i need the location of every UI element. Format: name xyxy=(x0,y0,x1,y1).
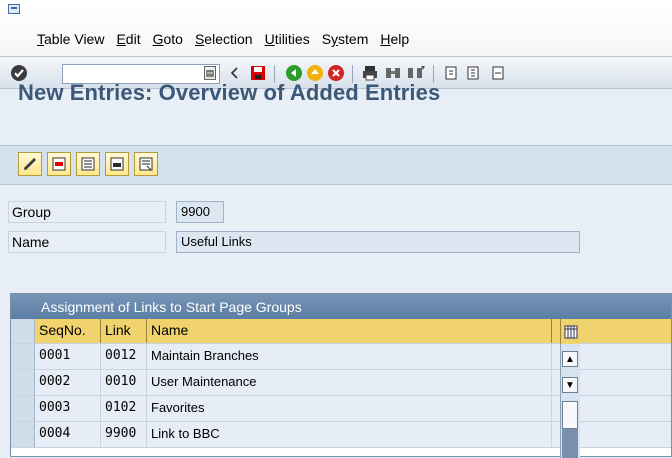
column-header-seqno[interactable]: SeqNo. xyxy=(35,319,101,343)
name-field: Useful Links xyxy=(176,231,580,253)
menu-item-utilities[interactable]: Utilities xyxy=(265,31,310,47)
seqno-cell[interactable]: 0001 xyxy=(35,344,101,369)
name-cell[interactable]: User Maintenance xyxy=(147,370,552,395)
previous-page-icon[interactable] xyxy=(463,63,483,83)
group-field: 9900 xyxy=(176,201,224,223)
row-selector[interactable] xyxy=(11,422,35,447)
column-header-name[interactable]: Name xyxy=(147,319,552,343)
application-toolbar xyxy=(0,145,672,185)
seqno-cell[interactable]: 0002 xyxy=(35,370,101,395)
select-block-icon[interactable] xyxy=(105,152,129,176)
next-page-icon[interactable] xyxy=(488,63,508,83)
name-cell[interactable]: Favorites xyxy=(147,396,552,421)
menu-item-system[interactable]: System xyxy=(322,31,369,47)
page-title: New Entries: Overview of Added Entries xyxy=(18,80,441,105)
table-title: Assignment of Links to Start Page Groups xyxy=(11,294,671,319)
name-cell[interactable]: Link to BBC xyxy=(147,422,552,447)
group-label: Group xyxy=(12,204,51,220)
first-page-icon[interactable] xyxy=(441,63,461,83)
link-cell[interactable]: 0012 xyxy=(101,344,147,369)
row-selector[interactable] xyxy=(11,396,35,421)
assignment-table: Assignment of Links to Start Page Groups… xyxy=(10,293,672,458)
scroll-down-button[interactable]: ▼ xyxy=(562,377,578,393)
row-selector[interactable] xyxy=(11,370,35,395)
menu-item-help[interactable]: Help xyxy=(380,31,409,47)
column-header-link[interactable]: Link xyxy=(101,319,147,343)
scroll-thumb[interactable] xyxy=(562,401,578,429)
seqno-cell[interactable]: 0003 xyxy=(35,396,101,421)
scroll-up-button[interactable]: ▲ xyxy=(562,351,578,367)
change-icon[interactable] xyxy=(18,152,42,176)
link-cell[interactable]: 9900 xyxy=(101,422,147,447)
scroll-track[interactable] xyxy=(562,429,578,458)
deselect-all-icon[interactable] xyxy=(134,152,158,176)
menu-item-edit[interactable]: Edit xyxy=(116,31,140,47)
seqno-cell[interactable]: 0004 xyxy=(35,422,101,447)
menu-bar: Table View Edit Goto Selection Utilities… xyxy=(0,0,672,56)
name-label: Name xyxy=(12,234,50,250)
menu-corner-icon[interactable] xyxy=(8,4,20,14)
name-cell[interactable]: Maintain Branches xyxy=(147,344,552,369)
command-dropdown-icon[interactable]: ▤ xyxy=(204,66,216,80)
link-cell[interactable]: 0102 xyxy=(101,396,147,421)
menu-items: Table View Edit Goto Selection Utilities… xyxy=(37,31,421,47)
link-cell[interactable]: 0010 xyxy=(101,370,147,395)
delete-icon[interactable] xyxy=(47,152,71,176)
menu-item-table-view[interactable]: Table View xyxy=(37,31,104,47)
row-selector[interactable] xyxy=(11,344,35,369)
menu-item-selection[interactable]: Selection xyxy=(195,31,253,47)
table-settings-icon[interactable] xyxy=(560,319,580,344)
select-all-rows-button[interactable] xyxy=(11,319,35,343)
select-all-icon[interactable] xyxy=(76,152,100,176)
menu-item-goto[interactable]: Goto xyxy=(153,31,183,47)
